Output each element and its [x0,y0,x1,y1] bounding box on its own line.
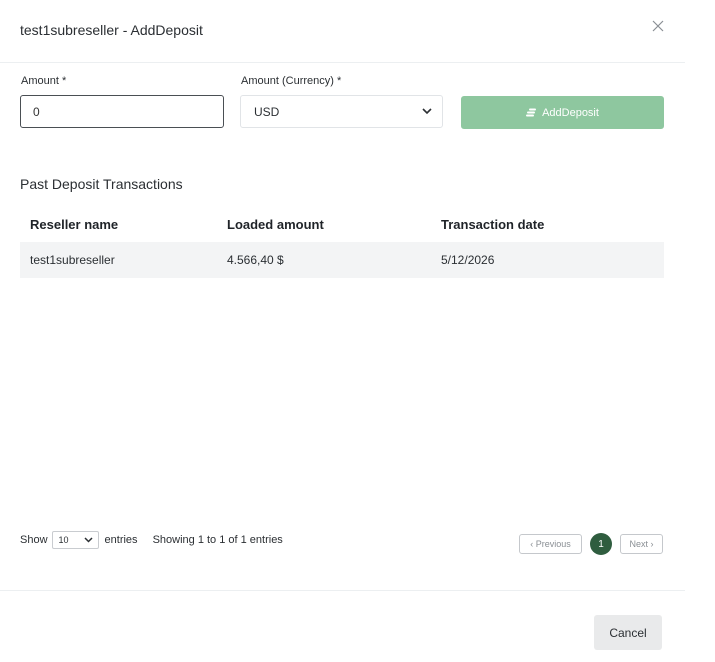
coins-icon [526,108,537,116]
cell-loaded-amount: 4.566,40 $ [227,253,284,267]
show-label: Show [20,534,48,546]
pagination: ‹ Previous 1 Next › [519,533,663,555]
currency-select[interactable]: USD [240,95,443,128]
currency-label: Amount (Currency) * [241,75,342,87]
add-deposit-modal: test1subreseller - AddDeposit Amount * A… [0,0,685,662]
section-title: Past Deposit Transactions [20,176,183,192]
cell-reseller-name: test1subreseller [30,253,115,267]
chevron-right-icon: › [648,539,654,549]
add-deposit-button[interactable]: AddDeposit [461,96,664,129]
currency-selected-value: USD [254,104,280,119]
entries-label: entries [104,534,138,546]
footer-divider [0,590,685,591]
page-length-value: 10 [58,535,69,545]
table-header-row: Reseller name Loaded amount Transaction … [20,206,664,242]
cell-transaction-date: 5/12/2026 [441,253,495,267]
close-button[interactable] [648,16,668,36]
close-icon [652,20,664,32]
table-row: test1subreseller 4.566,40 $ 5/12/2026 [20,242,664,278]
next-label: Next [629,539,648,549]
previous-page-button[interactable]: ‹ Previous [519,534,582,554]
modal-title: test1subreseller - AddDeposit [20,22,203,38]
chevron-down-icon [422,108,432,115]
add-deposit-label: AddDeposit [542,106,599,119]
modal-header: test1subreseller - AddDeposit [0,0,685,63]
table-length-and-info: Show 10 entries Showing 1 to 1 of 1 entr… [20,530,283,550]
cancel-button[interactable]: Cancel [594,615,662,650]
next-page-button[interactable]: Next › [620,534,663,554]
amount-label: Amount * [21,75,67,87]
page-length-select[interactable]: 10 [51,531,99,549]
previous-label: Previous [535,539,571,549]
amount-input[interactable] [20,95,224,128]
column-header-transaction-date[interactable]: Transaction date [441,206,664,242]
page-button-current[interactable]: 1 [590,533,612,555]
column-header-loaded-amount[interactable]: Loaded amount [227,206,441,242]
table-info: Showing 1 to 1 of 1 entries [152,534,283,546]
chevron-down-icon [84,537,93,543]
transactions-table: Reseller name Loaded amount Transaction … [20,206,664,278]
column-header-reseller-name[interactable]: Reseller name [20,206,227,242]
